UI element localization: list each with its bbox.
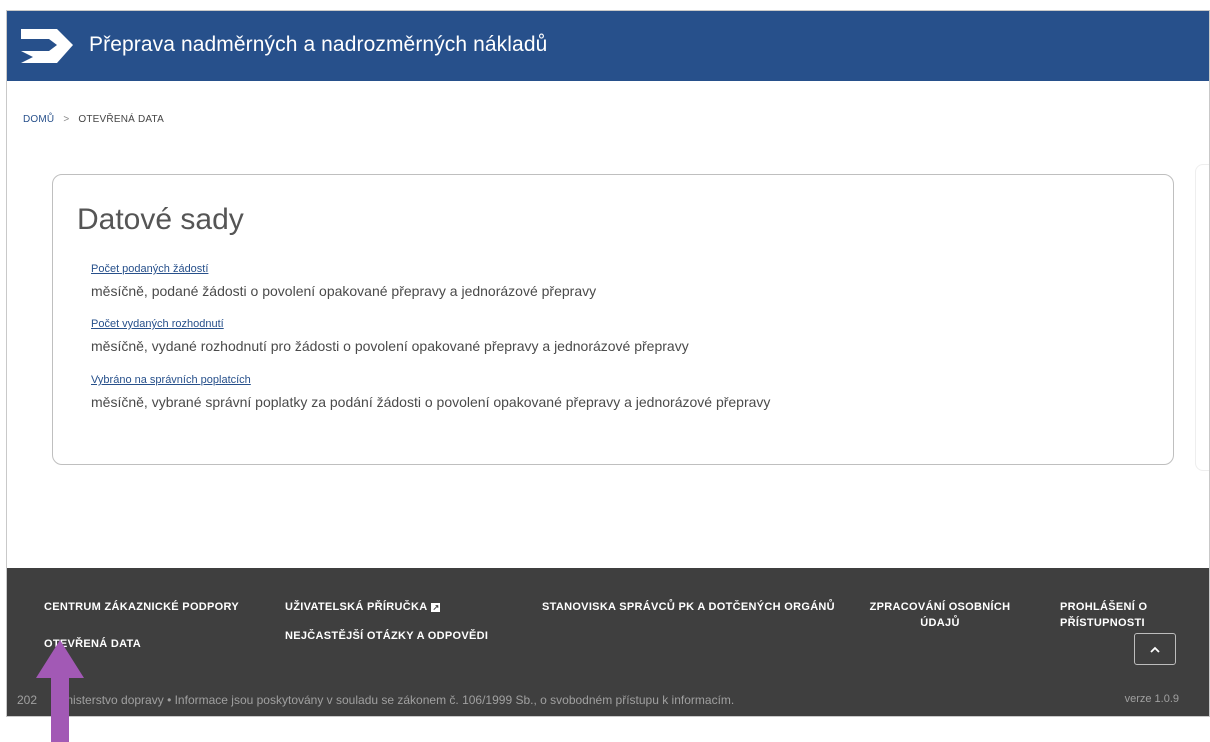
page-title: Datové sady xyxy=(77,203,244,236)
dataset-item: Počet vydaných rozhodnutí měsíčně, vydan… xyxy=(91,314,689,354)
page-footer: CENTRUM ZÁKAZNICKÉ PODPORY OTEVŘENÁ DATA… xyxy=(7,568,1209,716)
up-arrow-icon xyxy=(36,640,84,742)
dataset-link-submitted-requests[interactable]: Počet podaných žádostí xyxy=(91,263,208,275)
browser-viewport: Přeprava nadměrných a nadrozměrných nákl… xyxy=(6,10,1210,717)
app-version: verze 1.0.9 xyxy=(1124,693,1179,705)
footer-link-accessibility[interactable]: PROHLÁŠENÍ O PŘÍSTUPNOSTI xyxy=(1060,599,1170,631)
chevron-up-icon xyxy=(1150,646,1160,653)
footer-link-faq[interactable]: NEJČASTĚJŠÍ OTÁZKY A ODPOVĚDI xyxy=(285,628,488,644)
footer-link-customer-support[interactable]: CENTRUM ZÁKAZNICKÉ PODPORY xyxy=(44,599,239,615)
side-panel-edge xyxy=(1195,164,1209,471)
dataset-description: měsíčně, vybrané správní poplatky za pod… xyxy=(91,394,771,410)
breadcrumb-separator: > xyxy=(63,114,70,125)
breadcrumb-current: OTEVŘENÁ DATA xyxy=(78,114,164,125)
footer-link-user-manual-label: UŽIVATELSKÁ PŘÍRUČKA xyxy=(285,601,428,613)
footer-link-authority-opinions[interactable]: STANOVISKA SPRÁVCŮ PK A DOTČENÝCH ORGÁNŮ xyxy=(542,599,835,615)
copyright-notice: 202 Ministerstvo dopravy • Informace jso… xyxy=(17,693,735,707)
datasets-card: Datové sady Počet podaných žádostí měsíč… xyxy=(52,174,1174,465)
breadcrumb: DOMŮ > OTEVŘENÁ DATA xyxy=(23,114,164,125)
breadcrumb-home-link[interactable]: DOMŮ xyxy=(23,114,54,125)
dataset-item: Počet podaných žádostí měsíčně, podané ž… xyxy=(91,259,596,299)
app-header: Přeprava nadměrných a nadrozměrných nákl… xyxy=(7,11,1209,81)
app-logo-icon[interactable] xyxy=(19,25,77,67)
footer-link-user-manual[interactable]: UŽIVATELSKÁ PŘÍRUČKA ↗ xyxy=(285,599,441,615)
dataset-link-administrative-fees[interactable]: Vybráno na správních poplatcích xyxy=(91,374,251,386)
dataset-link-issued-decisions[interactable]: Počet vydaných rozhodnutí xyxy=(91,318,224,330)
dataset-description: měsíčně, podané žádosti o povolení opako… xyxy=(91,283,597,299)
scroll-to-top-button[interactable] xyxy=(1134,633,1176,665)
app-title: Přeprava nadměrných a nadrozměrných nákl… xyxy=(89,33,548,56)
external-link-icon: ↗ xyxy=(431,602,441,612)
dataset-item: Vybráno na správních poplatcích měsíčně,… xyxy=(91,370,770,410)
dataset-description: měsíčně, vydané rozhodnutí pro žádosti o… xyxy=(91,338,689,354)
footer-link-personal-data[interactable]: ZPRACOVÁNÍ OSOBNÍCH ÚDAJŮ xyxy=(865,599,1015,631)
